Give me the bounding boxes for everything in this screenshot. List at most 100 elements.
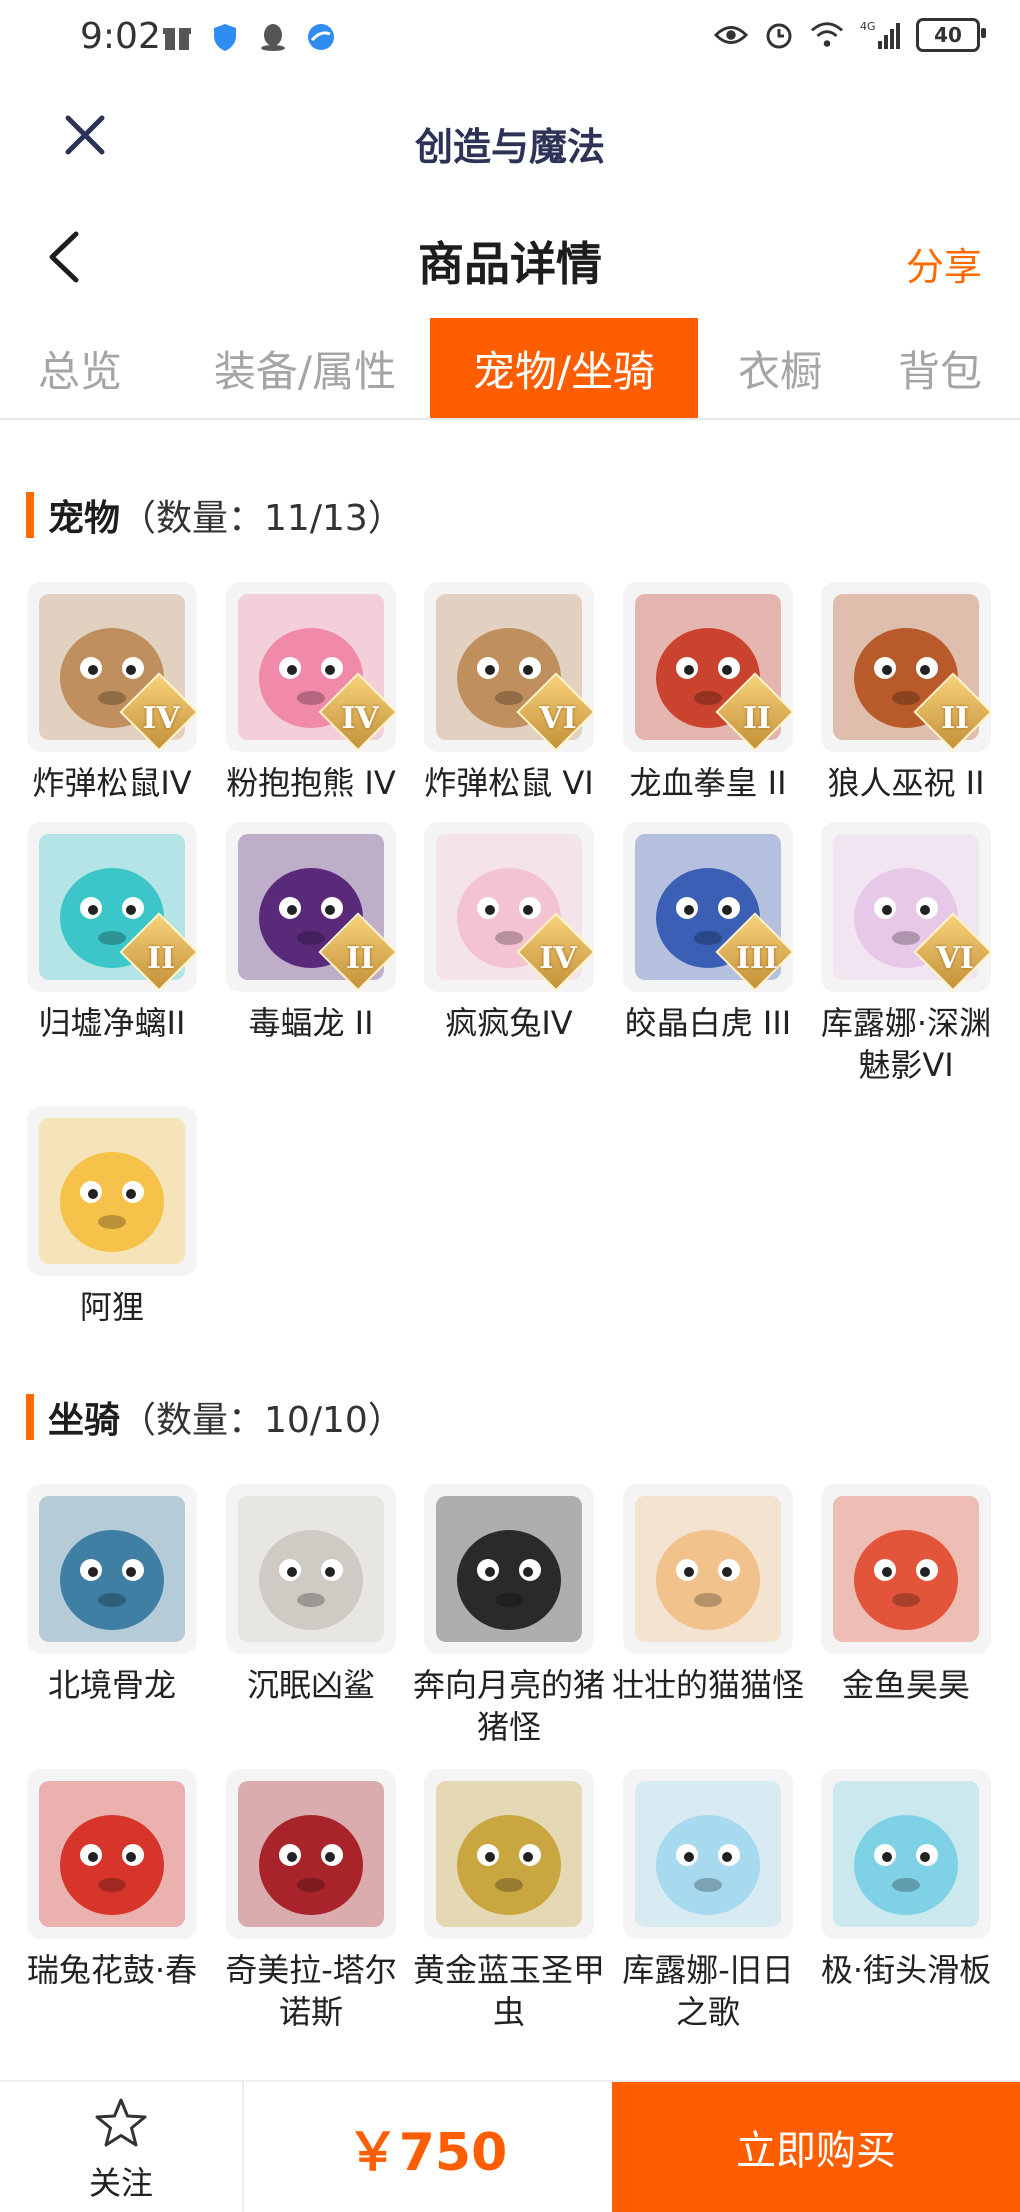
mounts-name: 奇美拉-塔尔诺斯: [225, 1951, 397, 2031]
pets-item[interactable]: VI 库露娜·深渊魅影VI: [807, 822, 1005, 1086]
browser-icon: [304, 20, 338, 54]
tab-pets-mounts[interactable]: 宠物/坐骑: [430, 318, 698, 418]
mounts-portrait: [39, 1496, 185, 1642]
system-icons: 4G 40: [714, 18, 986, 52]
page-header: 商品详情 分享: [0, 200, 1020, 310]
grade-badge-text: IV: [142, 701, 180, 736]
star-icon: [95, 2098, 147, 2147]
mounts-section-count: （数量：10/10）: [120, 1400, 404, 1441]
eye-icon: [714, 18, 748, 52]
mounts-name: 极·街头滑板: [820, 1951, 992, 1989]
pets-name: 疯疯兔IV: [445, 1004, 573, 1042]
pets-item[interactable]: II 龙血拳皇 II: [609, 582, 807, 804]
mounts-item[interactable]: 沉眠凶鲨: [212, 1484, 410, 1706]
mounts-thumbnail: [821, 1484, 991, 1654]
mounts-portrait: [635, 1496, 781, 1642]
mounts-item[interactable]: 北境骨龙: [13, 1484, 211, 1706]
share-button[interactable]: 分享: [906, 236, 982, 291]
pets-item[interactable]: IV 粉抱抱熊 IV: [212, 582, 410, 804]
mounts-section-title: 坐骑: [48, 1400, 121, 1441]
mounts-portrait: [635, 1781, 781, 1927]
pets-thumbnail: VI: [821, 822, 991, 992]
pets-thumbnail: II: [27, 822, 197, 992]
status-time: 9:02: [80, 16, 161, 57]
buy-now-button[interactable]: 立即购买: [612, 2082, 1020, 2212]
mounts-portrait: [238, 1496, 384, 1642]
mounts-thumbnail: [27, 1769, 197, 1939]
qq-icon: [256, 20, 290, 54]
mounts-portrait: [238, 1781, 384, 1927]
pets-name: 皎晶白虎 III: [624, 1004, 792, 1042]
mounts-name: 壮壮的猫猫怪: [611, 1666, 804, 1704]
pets-item[interactable]: II 归墟净螭II: [13, 822, 211, 1044]
app-title: 创造与魔法: [414, 125, 605, 169]
pets-section-header: 宠物 （数量：11/13）: [26, 490, 404, 540]
pets-name: 阿狸: [79, 1288, 144, 1326]
pets-section-title: 宠物: [48, 498, 121, 539]
mounts-name: 库露娜-旧日之歌: [622, 1951, 794, 2031]
section-accent-bar: [26, 1394, 34, 1440]
pets-thumbnail: IV: [27, 582, 197, 752]
tab-bar: 总览 装备/属性 宠物/坐骑 衣橱 背包: [0, 318, 1020, 420]
follow-button[interactable]: 关注: [0, 2082, 244, 2212]
mounts-thumbnail: [226, 1484, 396, 1654]
mounts-portrait: [436, 1496, 582, 1642]
pets-thumbnail: II: [623, 582, 793, 752]
bottom-action-bar: 关注 ￥750 立即购买: [0, 2080, 1020, 2212]
grade-badge-text: II: [146, 941, 176, 976]
tab-equipment[interactable]: 装备/属性: [180, 318, 430, 418]
pets-item[interactable]: IV 炸弹松鼠IV: [13, 582, 211, 804]
pets-name: 炸弹松鼠IV: [32, 764, 192, 802]
mounts-section-header: 坐骑 （数量：10/10）: [26, 1392, 404, 1442]
tab-wardrobe[interactable]: 衣橱: [710, 318, 850, 418]
pets-thumbnail: [27, 1106, 197, 1276]
pets-name: 库露娜·深渊魅影VI: [820, 1004, 992, 1084]
tab-overview[interactable]: 总览: [0, 318, 160, 418]
pets-name: 毒蝠龙 II: [248, 1004, 374, 1042]
mounts-portrait: [833, 1496, 979, 1642]
mounts-name: 金鱼昊昊: [841, 1666, 970, 1704]
mounts-item[interactable]: 极·街头滑板: [807, 1769, 1005, 1991]
mounts-name: 瑞兔花鼓·春: [26, 1951, 198, 1989]
mounts-thumbnail: [821, 1769, 991, 1939]
price: ￥750: [346, 2122, 508, 2183]
pets-name: 狼人巫祝 II: [827, 764, 985, 802]
mounts-item[interactable]: 黄金蓝玉圣甲虫: [410, 1769, 608, 2033]
pets-name: 归墟净螭II: [38, 1004, 186, 1042]
status-bar: 9:02 4G 40: [0, 0, 1020, 80]
pets-name: 炸弹松鼠 VI: [424, 764, 594, 802]
grade-badge-text: II: [940, 701, 970, 736]
alarm-icon: [762, 18, 796, 52]
pets-item[interactable]: III 皎晶白虎 III: [609, 822, 807, 1044]
pets-item[interactable]: II 毒蝠龙 II: [212, 822, 410, 1044]
grade-badge-text: VI: [539, 701, 577, 736]
pets-thumbnail: IV: [226, 582, 396, 752]
mounts-thumbnail: [226, 1769, 396, 1939]
mounts-name: 黄金蓝玉圣甲虫: [412, 1951, 605, 2031]
app-bar: 创造与魔法: [0, 80, 1020, 190]
mounts-thumbnail: [623, 1769, 793, 1939]
battery-indicator: 40: [916, 18, 986, 52]
pets-item[interactable]: II 狼人巫祝 II: [807, 582, 1005, 804]
mounts-item[interactable]: 奇美拉-塔尔诺斯: [212, 1769, 410, 2033]
grade-badge-text: II: [742, 701, 772, 736]
signal-icon: 4G: [858, 18, 902, 52]
mounts-item[interactable]: 壮壮的猫猫怪: [609, 1484, 807, 1706]
mounts-name: 沉眠凶鲨: [246, 1666, 375, 1704]
mounts-portrait: [436, 1781, 582, 1927]
mounts-item[interactable]: 库露娜-旧日之歌: [609, 1769, 807, 2033]
gift-icon: [160, 20, 194, 54]
mounts-item[interactable]: 金鱼昊昊: [807, 1484, 1005, 1706]
pets-section-count: （数量：11/13）: [120, 498, 404, 539]
pets-item[interactable]: IV 疯疯兔IV: [410, 822, 608, 1044]
mounts-thumbnail: [623, 1484, 793, 1654]
pets-item[interactable]: VI 炸弹松鼠 VI: [410, 582, 608, 804]
pets-thumbnail: III: [623, 822, 793, 992]
pets-thumbnail: VI: [424, 582, 594, 752]
mounts-item[interactable]: 瑞兔花鼓·春: [13, 1769, 211, 1991]
tab-backpack[interactable]: 背包: [870, 318, 1010, 418]
pets-thumbnail: II: [821, 582, 991, 752]
mounts-item[interactable]: 奔向月亮的猪猪怪: [410, 1484, 608, 1748]
pets-item[interactable]: 阿狸: [13, 1106, 211, 1328]
grade-badge-text: III: [735, 941, 779, 976]
